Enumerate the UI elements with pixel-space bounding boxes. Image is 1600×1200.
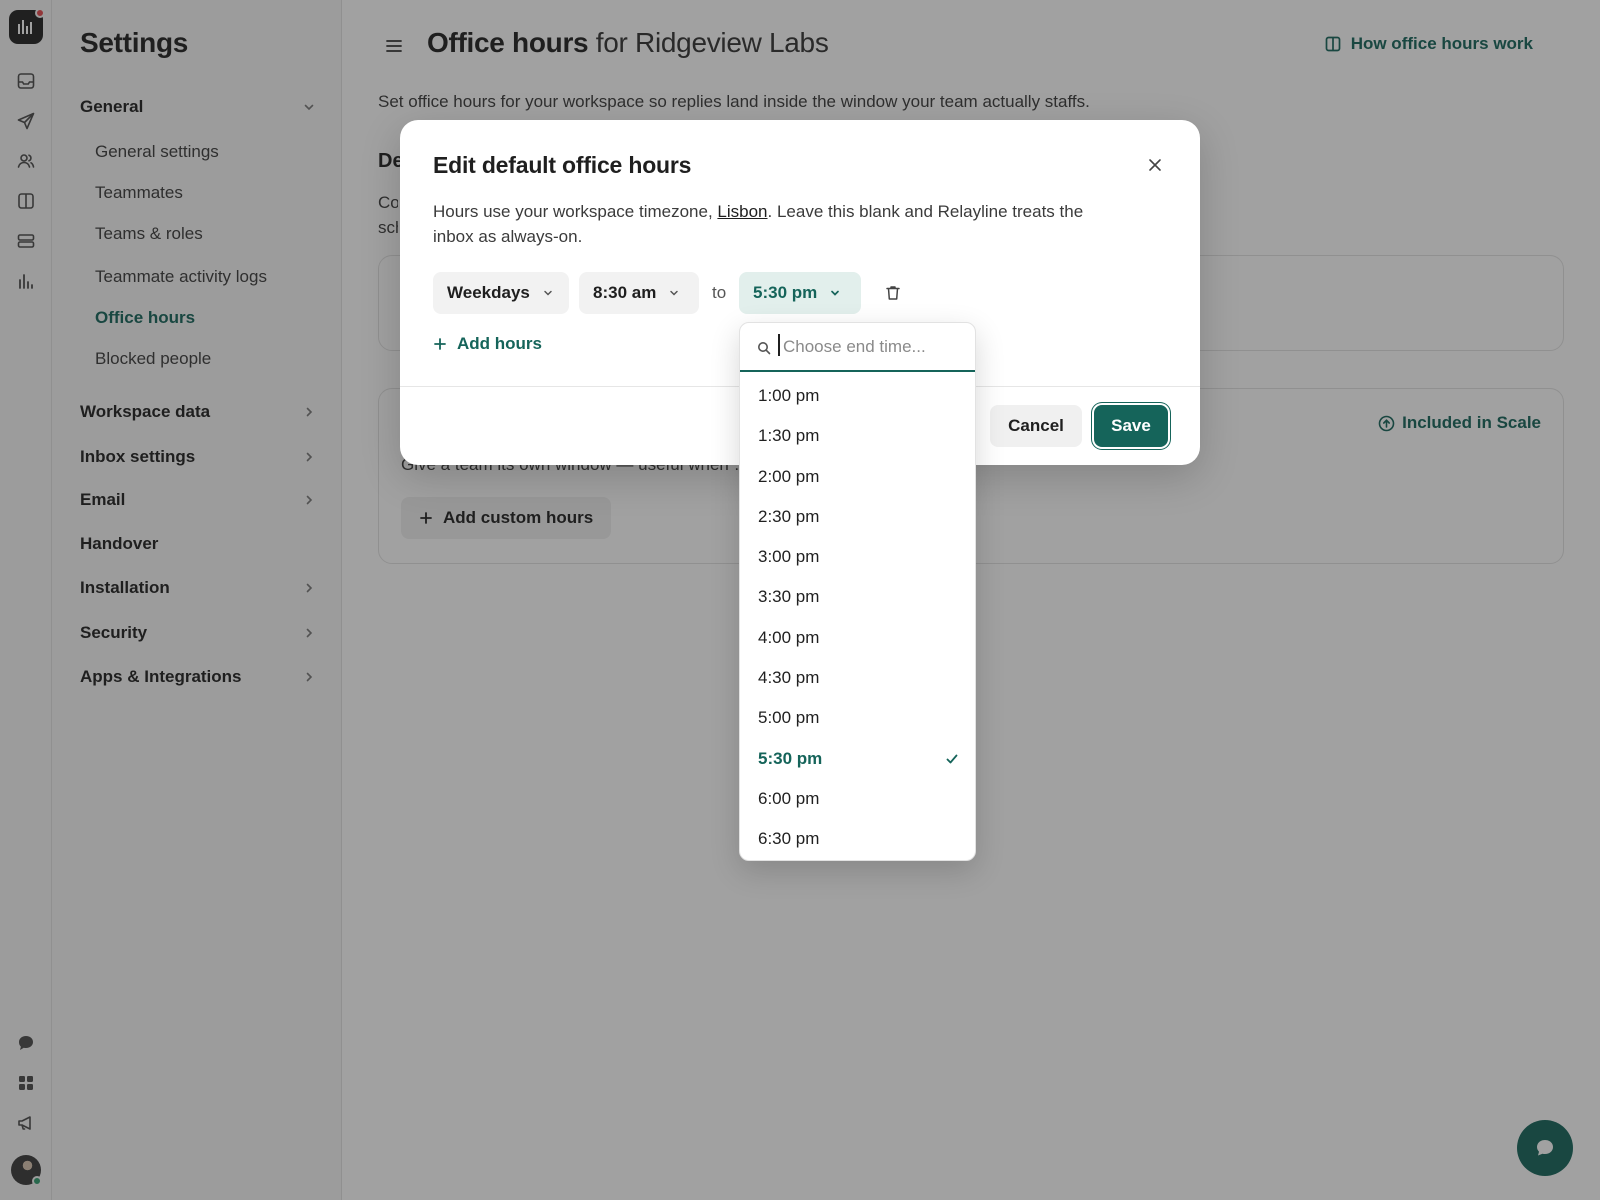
end-time-select[interactable]: 5:30 pm — [739, 272, 861, 314]
days-select[interactable]: Weekdays — [433, 272, 569, 314]
hours-row: Weekdays 8:30 am to 5:30 pm — [433, 272, 1133, 314]
time-option[interactable]: 5:00 pm — [740, 698, 975, 738]
close-icon[interactable] — [1146, 156, 1164, 174]
time-option-selected[interactable]: 5:30 pm — [740, 739, 975, 779]
time-option[interactable]: 3:30 pm — [740, 577, 975, 617]
chevron-down-icon — [542, 287, 554, 299]
check-icon — [945, 752, 959, 766]
days-select-value: Weekdays — [447, 283, 530, 302]
cancel-button[interactable]: Cancel — [990, 405, 1082, 447]
end-time-value: 5:30 pm — [753, 283, 818, 302]
modal-title: Edit default office hours — [433, 152, 692, 178]
plus-icon — [433, 337, 447, 351]
time-option[interactable]: 1:30 pm — [740, 416, 975, 456]
timezone-link[interactable]: Lisbon — [717, 202, 767, 221]
end-time-dropdown: 1:00 pm 1:30 pm 2:00 pm 2:30 pm 3:00 pm … — [739, 322, 976, 861]
time-option[interactable]: 2:30 pm — [740, 497, 975, 537]
add-hours-button[interactable]: Add hours — [433, 334, 542, 354]
time-option-label: 5:30 pm — [758, 748, 823, 768]
time-option[interactable]: 4:00 pm — [740, 618, 975, 658]
text-cursor — [778, 334, 780, 356]
chevron-down-icon — [829, 287, 841, 299]
modal-description: Hours use your workspace timezone, Lisbo… — [433, 199, 1093, 249]
time-option[interactable]: 6:00 pm — [740, 779, 975, 819]
time-search-input[interactable] — [783, 333, 963, 361]
time-search — [740, 323, 975, 372]
chevron-down-icon — [668, 287, 680, 299]
save-button[interactable]: Save — [1094, 405, 1168, 447]
time-option[interactable]: 6:30 pm — [740, 819, 975, 859]
time-option[interactable]: 3:00 pm — [740, 537, 975, 577]
time-options-list[interactable]: 1:00 pm 1:30 pm 2:00 pm 2:30 pm 3:00 pm … — [740, 376, 975, 860]
time-option[interactable]: 1:00 pm — [740, 376, 975, 416]
start-time-select[interactable]: 8:30 am — [579, 272, 699, 314]
modal-description-text: Hours use your workspace timezone, — [433, 202, 718, 221]
add-hours-label: Add hours — [457, 334, 542, 353]
time-option[interactable]: 4:30 pm — [740, 658, 975, 698]
trash-icon[interactable] — [884, 284, 902, 302]
to-label: to — [712, 283, 727, 302]
time-option[interactable]: 2:00 pm — [740, 457, 975, 497]
start-time-value: 8:30 am — [593, 283, 657, 302]
